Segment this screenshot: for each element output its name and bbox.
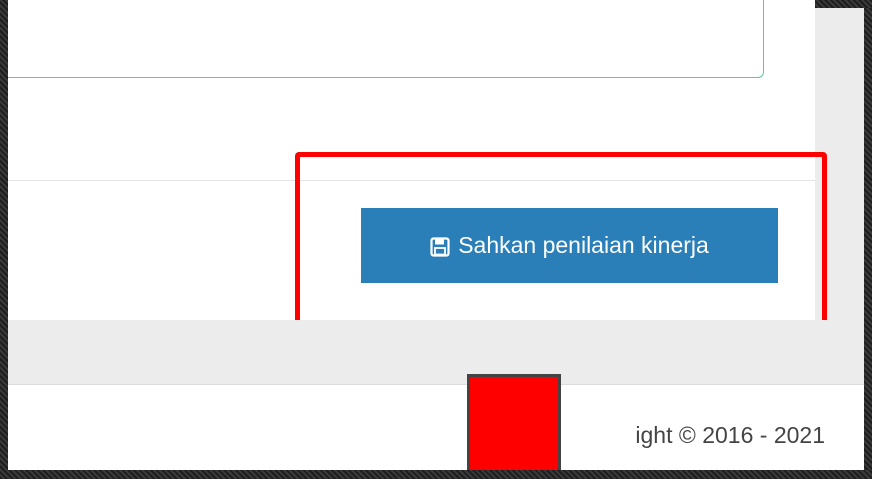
screen-edge-bottom bbox=[0, 470, 872, 479]
redaction-block bbox=[467, 374, 561, 479]
highlight-box bbox=[295, 152, 827, 336]
screen-edge-top-right bbox=[815, 0, 872, 8]
screen-edge-right bbox=[864, 0, 872, 479]
screen-edge-left bbox=[0, 0, 8, 479]
content-bottom-band bbox=[8, 320, 864, 384]
text-area-field[interactable] bbox=[8, 0, 764, 78]
